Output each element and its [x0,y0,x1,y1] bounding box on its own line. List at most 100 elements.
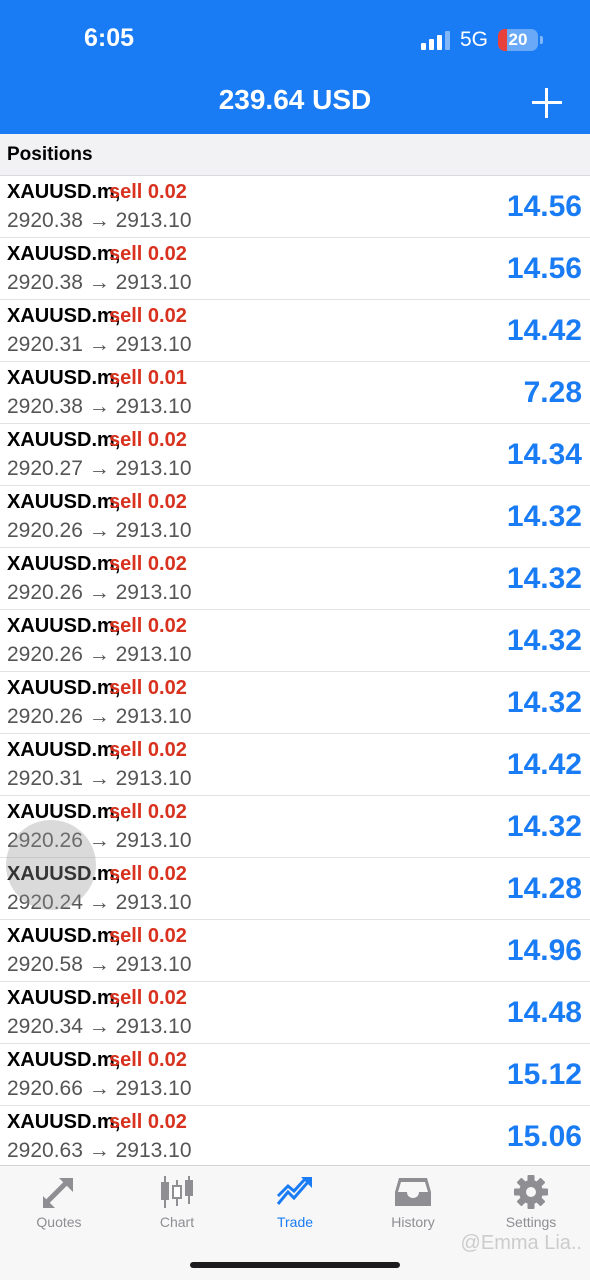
current-price: 2913.10 [115,643,192,666]
position-prices: 2920.26 → 2913.10 [7,519,192,543]
arrow-right-icon: → [82,705,116,728]
arrow-right-icon: → [82,333,116,356]
position-prices: 2920.38 → 2913.10 [7,395,192,419]
position-symbol: XAUUSD.m, [7,677,121,699]
position-side-volume: sell 0.02 [109,243,187,265]
battery-level: 20 [508,30,528,49]
open-price: 2920.34 [7,1015,83,1038]
position-row[interactable]: XAUUSD.m, sell 0.01 2920.38 → 2913.10 7.28 [0,362,590,424]
position-side-volume: sell 0.02 [109,491,187,513]
position-symbol: XAUUSD.m, [7,181,121,203]
tab-quotes[interactable]: Quotes [0,1174,118,1230]
section-title: Positions [7,144,93,165]
position-prices: 2920.38 → 2913.10 [7,209,192,233]
position-symbol: XAUUSD.m, [7,305,121,327]
position-prices: 2920.31 → 2913.10 [7,333,192,357]
tab-trade[interactable]: Trade [236,1174,354,1230]
current-price: 2913.10 [115,271,192,294]
position-prices: 2920.38 → 2913.10 [7,271,192,295]
arrow-right-icon: → [82,1015,116,1038]
position-row[interactable]: XAUUSD.m, sell 0.02 2920.38 → 2913.10 14.56 [0,238,590,300]
add-order-button[interactable] [532,88,562,118]
position-profit: 14.42 [506,748,582,781]
position-side-volume: sell 0.02 [109,987,187,1009]
positions-section-header: Positions [0,134,590,176]
arrow-right-icon: → [82,953,116,976]
open-price: 2920.38 [7,395,83,418]
open-price: 2920.27 [7,457,83,480]
arrow-right-icon: → [82,891,116,914]
position-row[interactable]: XAUUSD.m, sell 0.02 2920.27 → 2913.10 14.34 [0,424,590,486]
position-row[interactable]: XAUUSD.m, sell 0.02 2920.31 → 2913.10 14.42 [0,734,590,796]
open-price: 2920.58 [7,953,83,976]
open-price: 2920.38 [7,209,83,232]
arrow-right-icon: → [82,395,116,418]
position-profit: 14.28 [506,872,582,905]
position-row[interactable]: XAUUSD.m, sell 0.02 2920.26 → 2913.10 14.32 [0,548,590,610]
position-row[interactable]: XAUUSD.m, sell 0.02 2920.34 → 2913.10 14.48 [0,982,590,1044]
watermark: @Emma Lia.. [460,1232,582,1254]
position-side-volume: sell 0.02 [109,553,187,575]
position-symbol: XAUUSD.m, [7,615,121,637]
tab-label-chart: Chart [159,1214,195,1230]
position-profit: 14.32 [506,562,582,595]
position-profit: 14.42 [506,314,582,347]
current-price: 2913.10 [115,705,192,728]
current-price: 2913.10 [115,457,192,480]
position-row[interactable]: XAUUSD.m, sell 0.02 2920.66 → 2913.10 15.12 [0,1044,590,1106]
home-indicator[interactable] [190,1262,400,1268]
position-row[interactable]: XAUUSD.m, sell 0.02 2920.63 → 2913.10 15.06 [0,1106,590,1168]
position-profit: 14.48 [506,996,582,1029]
tab-chart[interactable]: Chart [118,1174,236,1230]
tab-label-trade: Trade [276,1214,314,1230]
arrow-right-icon: → [82,581,116,604]
position-profit: 15.06 [506,1120,582,1153]
open-price: 2920.63 [7,1139,83,1162]
tab-label-settings: Settings [505,1214,557,1230]
position-symbol: XAUUSD.m, [7,367,121,389]
status-time: 6:05 [84,24,135,52]
position-row[interactable]: XAUUSD.m, sell 0.02 2920.26 → 2913.10 14.32 [0,610,590,672]
top-bar: 6:05 5G 20 239.64 USD [0,0,590,134]
position-side-volume: sell 0.02 [109,677,187,699]
position-row[interactable]: XAUUSD.m, sell 0.02 2920.26 → 2913.10 14.32 [0,672,590,734]
position-symbol: XAUUSD.m, [7,1111,121,1133]
tab-history[interactable]: History [354,1174,472,1230]
position-row[interactable]: XAUUSD.m, sell 0.02 2920.31 → 2913.10 14.42 [0,300,590,362]
tab-label-history: History [391,1214,435,1230]
open-price: 2920.26 [7,519,83,542]
position-prices: 2920.66 → 2913.10 [7,1077,192,1101]
position-profit: 14.32 [506,624,582,657]
trade-trend-icon [276,1177,312,1205]
position-profit: 14.56 [506,190,582,223]
open-price: 2920.31 [7,333,83,356]
tab-settings[interactable]: Settings [472,1174,590,1230]
position-profit: 14.96 [506,934,582,967]
position-profit: 14.56 [506,252,582,285]
position-side-volume: sell 0.02 [109,1111,187,1133]
position-side-volume: sell 0.02 [109,863,187,885]
position-symbol: XAUUSD.m, [7,739,121,761]
position-prices: 2920.63 → 2913.10 [7,1139,192,1163]
tab-label-quotes: Quotes [36,1214,82,1230]
position-profit: 14.32 [506,500,582,533]
current-price: 2913.10 [115,767,192,790]
current-price: 2913.10 [115,953,192,976]
position-row[interactable]: XAUUSD.m, sell 0.02 2920.26 → 2913.10 14.32 [0,486,590,548]
position-prices: 2920.27 → 2913.10 [7,457,192,481]
quotes-arrows-icon [43,1178,73,1208]
position-symbol: XAUUSD.m, [7,429,121,451]
history-inbox-icon [395,1178,431,1206]
position-symbol: XAUUSD.m, [7,1049,121,1071]
position-prices: 2920.26 → 2913.10 [7,643,192,667]
open-price: 2920.26 [7,581,83,604]
position-symbol: XAUUSD.m, [7,491,121,513]
arrow-right-icon: → [82,1077,116,1100]
position-row[interactable]: XAUUSD.m, sell 0.02 2920.58 → 2913.10 14.96 [0,920,590,982]
network-type: 5G [459,28,488,51]
position-side-volume: sell 0.02 [109,801,187,823]
position-row[interactable]: XAUUSD.m, sell 0.02 2920.38 → 2913.10 14.56 [0,176,590,238]
arrow-right-icon: → [82,643,116,666]
status-indicators: 5G 20 [420,28,543,52]
position-profit: 15.12 [506,1058,582,1091]
